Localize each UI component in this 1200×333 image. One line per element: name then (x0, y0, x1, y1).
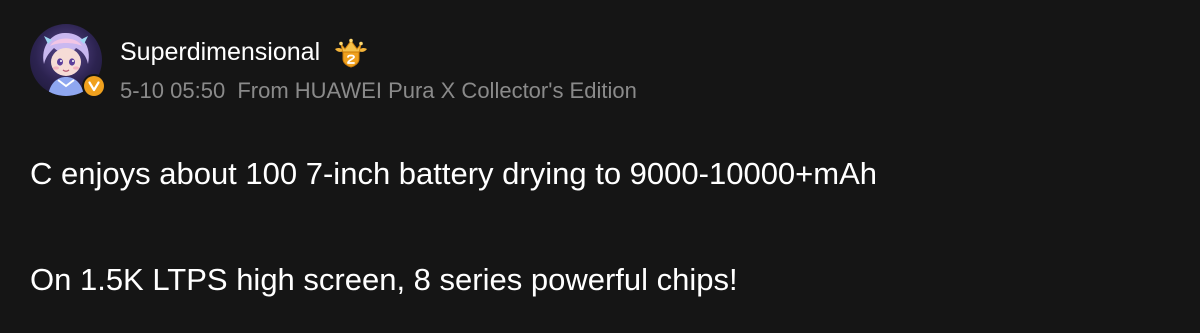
author-name-row: Superdimensional (120, 34, 637, 70)
post-header: Superdimensional 5-10 05:50 From HUAWEI … (120, 34, 637, 106)
author-avatar-container[interactable] (30, 24, 106, 98)
post-timestamp[interactable]: 5-10 05:50 (120, 78, 225, 103)
author-name-link[interactable]: Superdimensional (120, 34, 320, 70)
post-text-paragraph-2: On 1.5K LTPS high screen, 8 series power… (30, 262, 738, 297)
verified-badge (82, 74, 106, 98)
post-text-paragraph-1: C enjoys about 100 7-inch battery drying… (30, 156, 878, 191)
crown-rank-badge-icon[interactable] (332, 35, 370, 69)
social-post: Superdimensional 5-10 05:50 From HUAWEI … (0, 0, 1200, 333)
verified-v-badge-icon (84, 76, 104, 96)
post-source-device: From HUAWEI Pura X Collector's Edition (237, 78, 637, 103)
post-body: C enjoys about 100 7-inch battery drying… (30, 152, 1170, 302)
post-meta: 5-10 05:50 From HUAWEI Pura X Collector'… (120, 76, 637, 106)
